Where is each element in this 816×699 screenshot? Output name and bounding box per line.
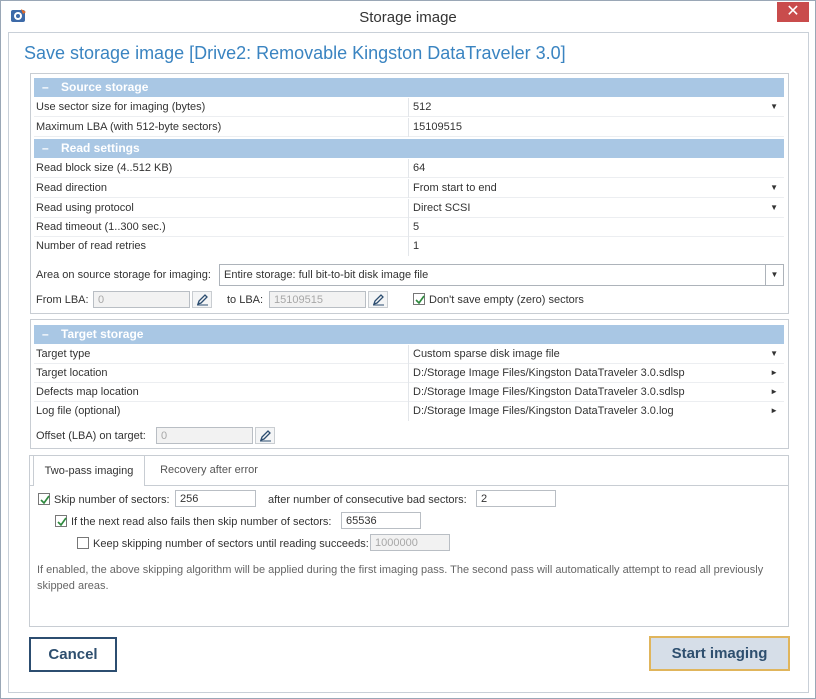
property-label: Maximum LBA (with 512-byte sectors) — [36, 121, 222, 133]
source-storage-header[interactable]: – Source storage — [34, 78, 784, 97]
keep-skipping-label: Keep skipping number of sectors until re… — [93, 538, 369, 550]
offset-input[interactable]: 0 — [156, 427, 253, 444]
read-settings-header[interactable]: – Read settings — [34, 139, 784, 158]
property-value: D:/Storage Image Files/Kingston DataTrav… — [413, 405, 674, 417]
property-row-max-lba: Maximum LBA (with 512-byte sectors) 1510… — [34, 118, 784, 137]
property-value: 512 — [413, 101, 432, 113]
area-select[interactable]: Entire storage: full bit-to-bit disk ima… — [219, 264, 784, 286]
property-value: D:/Storage Image Files/Kingston DataTrav… — [413, 367, 685, 379]
property-label: Read block size (4..512 KB) — [36, 162, 173, 174]
dont-save-empty-checkbox[interactable] — [413, 293, 425, 305]
collapse-icon: – — [42, 327, 49, 341]
property-row-log-file[interactable]: Log file (optional) D:/Storage Image Fil… — [34, 402, 784, 421]
property-label: Read direction — [36, 182, 107, 194]
property-value: Custom sparse disk image file — [413, 348, 560, 360]
property-value: 15109515 — [413, 121, 462, 133]
dialog-heading: Save storage image [Drive2: Removable Ki… — [24, 43, 566, 63]
browse-arrow-icon[interactable]: ► — [770, 368, 778, 377]
browse-arrow-icon[interactable]: ► — [770, 387, 778, 396]
property-row-sector-size[interactable]: Use sector size for imaging (bytes) 512 … — [34, 98, 784, 117]
property-label: Number of read retries — [36, 240, 147, 252]
property-row-timeout[interactable]: Read timeout (1..300 sec.) 5 — [34, 218, 784, 237]
window-title: Storage image — [359, 9, 457, 26]
edit-pencil-icon[interactable] — [255, 427, 275, 444]
property-label: Read timeout (1..300 sec.) — [36, 221, 166, 233]
property-row-target-location[interactable]: Target location D:/Storage Image Files/K… — [34, 364, 784, 383]
offset-label: Offset (LBA) on target: — [36, 430, 146, 442]
property-row-read-direction[interactable]: Read direction From start to end ▼ — [34, 179, 784, 198]
property-label: Log file (optional) — [36, 405, 121, 417]
target-storage-header[interactable]: – Target storage — [34, 325, 784, 344]
property-row-protocol[interactable]: Read using protocol Direct SCSI ▼ — [34, 199, 784, 218]
after-bad-sectors-label: after number of consecutive bad sectors: — [268, 494, 467, 506]
from-lba-label: From LBA: — [36, 294, 89, 306]
property-value: 1 — [413, 240, 420, 252]
from-lba-input[interactable]: 0 — [93, 291, 190, 308]
property-row-target-type[interactable]: Target type Custom sparse disk image fil… — [34, 345, 784, 364]
property-label: Read using protocol — [36, 202, 134, 214]
property-row-retries[interactable]: Number of read retries 1 — [34, 237, 784, 256]
dropdown-arrow-icon[interactable]: ▼ — [770, 349, 778, 358]
property-value: D:/Storage Image Files/Kingston DataTrav… — [413, 386, 685, 398]
section-title: Source storage — [61, 80, 149, 94]
keep-skipping-checkbox[interactable] — [77, 537, 89, 549]
cancel-button[interactable]: Cancel — [29, 637, 117, 672]
area-select-value: Entire storage: full bit-to-bit disk ima… — [224, 269, 429, 281]
to-lba-input[interactable]: 15109515 — [269, 291, 366, 308]
skip-sectors-checkbox[interactable] — [38, 493, 50, 505]
title-bar: Storage image ✕ — [1, 1, 815, 32]
start-imaging-button[interactable]: Start imaging — [649, 636, 790, 671]
browse-arrow-icon[interactable]: ► — [770, 406, 778, 415]
skip-sectors-input[interactable]: 256 — [175, 490, 256, 507]
property-label: Target type — [36, 348, 91, 360]
keep-skipping-input[interactable]: 1000000 — [370, 534, 450, 551]
collapse-icon: – — [42, 80, 49, 94]
two-pass-note: If enabled, the above skipping algorithm… — [37, 564, 764, 592]
consecutive-bad-sectors-input[interactable]: 2 — [476, 490, 556, 507]
tab-recovery-after-error[interactable]: Recovery after error — [147, 455, 271, 486]
property-value: From start to end — [413, 182, 497, 194]
property-label: Target location — [36, 367, 108, 379]
next-read-skip-input[interactable]: 65536 — [341, 512, 421, 529]
property-value: Direct SCSI — [413, 202, 471, 214]
dropdown-arrow-icon[interactable]: ▼ — [770, 102, 778, 111]
dont-save-empty-label: Don't save empty (zero) sectors — [429, 294, 584, 306]
section-title: Target storage — [61, 327, 144, 341]
dropdown-arrow-icon[interactable]: ▼ — [770, 203, 778, 212]
chevron-down-icon[interactable]: ▼ — [765, 265, 783, 285]
property-label: Defects map location — [36, 386, 139, 398]
edit-pencil-icon[interactable] — [368, 291, 388, 308]
tab-two-pass-imaging[interactable]: Two-pass imaging — [33, 455, 145, 486]
property-row-defects-map[interactable]: Defects map location D:/Storage Image Fi… — [34, 383, 784, 402]
section-title: Read settings — [61, 141, 140, 155]
next-read-fails-checkbox[interactable] — [55, 515, 67, 527]
skip-sectors-label: Skip number of sectors: — [54, 494, 170, 506]
property-value: 5 — [413, 221, 420, 233]
next-read-fails-label: If the next read also fails then skip nu… — [71, 516, 332, 528]
dropdown-arrow-icon[interactable]: ▼ — [770, 183, 778, 192]
to-lba-label: to LBA: — [227, 294, 264, 306]
edit-pencil-icon[interactable] — [192, 291, 212, 308]
property-row-block-size[interactable]: Read block size (4..512 KB) 64 — [34, 159, 784, 178]
close-button[interactable]: ✕ — [777, 2, 809, 22]
area-label: Area on source storage for imaging: — [36, 269, 211, 281]
property-label: Use sector size for imaging (bytes) — [36, 101, 206, 113]
collapse-icon: – — [42, 141, 49, 155]
storage-image-window: Storage image ✕ Save storage image [Driv… — [0, 0, 816, 699]
property-value: 64 — [413, 162, 426, 174]
